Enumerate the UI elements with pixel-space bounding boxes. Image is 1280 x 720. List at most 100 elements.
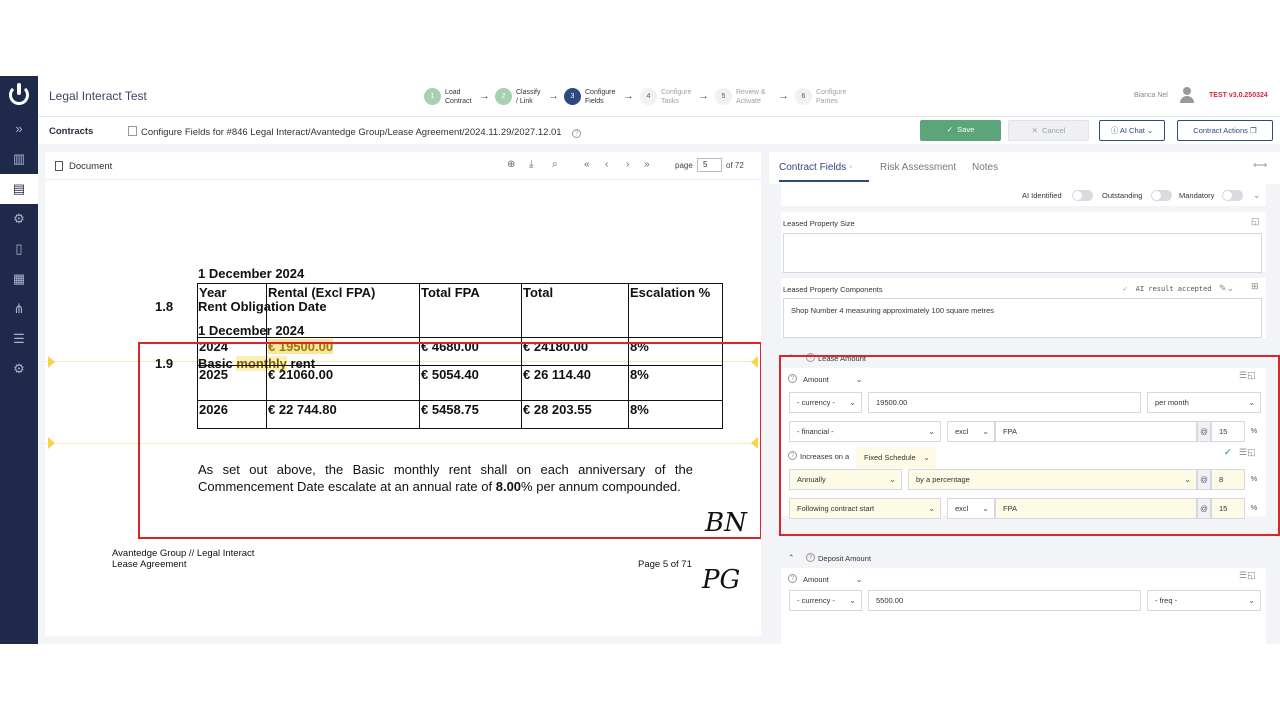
table-header: Total FPA <box>419 283 522 338</box>
breadcrumb-contracts[interactable]: Contracts <box>49 126 93 137</box>
contracts-icon[interactable]: ▤ <box>0 174 38 204</box>
selection-highlight-box <box>138 342 761 539</box>
prev-page-icon[interactable]: ‹ <box>605 159 608 170</box>
filter-mandatory-label: Mandatory <box>1179 191 1215 200</box>
filter-outstanding-toggle[interactable] <box>1151 190 1172 201</box>
table-header: Year <box>197 283 267 338</box>
note-icon[interactable]: ◱ <box>1251 216 1260 227</box>
search-icon[interactable]: ⌕ <box>552 159 558 170</box>
page-total: of 72 <box>726 161 744 170</box>
leased-property-size-label: Leased Property Size <box>783 219 855 228</box>
chevron-down-icon[interactable]: ⌄ <box>1253 190 1261 201</box>
cancel-button[interactable]: ✕ Cancel <box>1008 120 1089 141</box>
expand-panel-icon[interactable]: ⟷ <box>1253 160 1267 171</box>
ai-accepted-badge: ✓ AI result accepted <box>1123 285 1212 293</box>
help-icon[interactable]: ? <box>806 553 815 562</box>
page-footer-left: Avantedge Group // Legal Interact Lease A… <box>112 548 255 570</box>
filter-ai-identified-label: AI Identified <box>1022 191 1062 200</box>
list-icon[interactable]: ☰◱ <box>1239 570 1256 581</box>
leased-property-components-label: Leased Property Components <box>783 285 883 294</box>
tab-contract-fields[interactable]: Contract Fields ▫ <box>779 162 853 173</box>
deposit-amount-header[interactable]: ⌃ ? Deposit Amount <box>781 548 1266 568</box>
help-icon[interactable]: ? <box>788 574 797 583</box>
initials-signature: PG <box>702 565 741 595</box>
top-bar: Legal Interact Test 1 Load Contract → 2 C… <box>38 76 1280 116</box>
highlight-marker-left <box>48 356 55 368</box>
breadcrumb-bar: Contracts Configure Fields for #846 Lega… <box>38 116 1280 144</box>
zoom-in-icon[interactable]: ⊕ <box>507 159 515 170</box>
breadcrumb: Configure Fields for #846 Legal Interact… <box>128 126 582 138</box>
save-icon: ▫ <box>849 162 853 173</box>
deposit-amount-input[interactable]: 5500.00 <box>868 590 1141 611</box>
escalation-paragraph: As set out above, the Basic monthly rent… <box>198 462 693 494</box>
table-header: Rental (Excl FPA) <box>266 283 420 338</box>
first-page-icon[interactable]: « <box>584 159 590 170</box>
close-icon: ✕ <box>1031 126 1038 135</box>
table-header: Escalation % <box>628 283 723 338</box>
info-icon: ⓘ <box>1110 126 1119 135</box>
deposit-currency-select[interactable]: - currency - ⌄ <box>789 590 862 611</box>
step-arrow-icon: → <box>778 90 789 102</box>
tab-risk-assessment[interactable]: Risk Assessment <box>880 162 956 173</box>
user-name[interactable]: Bianca Nel <box>1134 92 1168 99</box>
contract-actions-button[interactable]: Contract Actions ❐ <box>1177 120 1273 141</box>
active-tab-indicator <box>779 180 869 182</box>
leased-property-size-field: Leased Property Size ◱ <box>781 212 1266 273</box>
table-header-row: Year Rental (Excl FPA) Total FPA Total E… <box>197 283 723 338</box>
chevron-down-icon: ⌄ <box>1146 126 1154 135</box>
dashboard-icon[interactable]: ▥ <box>0 144 38 174</box>
last-page-icon[interactable]: » <box>644 159 650 170</box>
section-1-8-number: 1.8 <box>155 299 174 314</box>
breadcrumb-path: Configure Fields for #846 Legal Interact… <box>141 127 562 138</box>
page-footer-number: Page 5 of 71 <box>638 559 692 570</box>
document-title: Document <box>69 161 113 172</box>
step-arrow-icon: → <box>623 90 634 102</box>
gear-icon[interactable]: ⚙ <box>0 354 38 384</box>
leased-property-size-input[interactable] <box>783 233 1262 273</box>
copy-icon: ❐ <box>1249 126 1257 135</box>
library-icon[interactable]: ▯ <box>0 234 38 264</box>
save-button[interactable]: ✓ Save <box>920 120 1001 141</box>
leased-property-components-input[interactable]: Shop Number 4 measuring approximately 10… <box>783 298 1262 338</box>
page-number-input[interactable]: 5 <box>697 158 722 172</box>
org-chart-icon[interactable]: ⋔ <box>0 294 38 324</box>
deposit-frequency-select[interactable]: - freq - ⌄ <box>1147 590 1261 611</box>
step-arrow-icon: → <box>548 90 559 102</box>
top-date: 1 December 2024 <box>198 266 305 281</box>
reports-icon[interactable]: ☰ <box>0 324 38 354</box>
edit-icon[interactable]: ✎⌄ <box>1219 283 1234 294</box>
document-panel: Document ⊕ ⤓ ⌕ « ‹ › » page 5 of 72 1 De… <box>45 152 761 636</box>
deposit-amount-title: Deposit Amount <box>818 554 871 563</box>
app-title: Legal Interact Test <box>49 89 147 103</box>
page-label: page <box>675 161 693 170</box>
sidebar: » ▥ ▤ ⚙ ▯ ▦ ⋔ ☰ ⚙ <box>0 76 38 644</box>
ai-chat-button[interactable]: ⓘ AI Chat ⌄ <box>1099 120 1165 141</box>
deposit-amount-section: ⌃ ? Deposit Amount ? Amount ⌄ ☰◱ - curre… <box>781 548 1266 644</box>
next-page-icon[interactable]: › <box>626 159 629 170</box>
filter-ai-identified-toggle[interactable] <box>1072 190 1093 201</box>
check-icon: ✓ <box>1123 285 1128 293</box>
version-badge: TEST v3.0.250324 <box>1209 92 1268 99</box>
highlight-marker-left <box>48 437 55 449</box>
document-toolbar: Document ⊕ ⤓ ⌕ « ‹ › » page 5 of 72 <box>45 152 761 180</box>
app-logo[interactable] <box>3 79 35 111</box>
lease-amount-highlight-box <box>779 355 1280 536</box>
building-icon[interactable]: ▦ <box>0 264 38 294</box>
filter-mandatory-toggle[interactable] <box>1222 190 1243 201</box>
user-avatar-icon[interactable] <box>1179 87 1195 103</box>
initials-signature: BN <box>705 508 747 538</box>
download-icon[interactable]: ⤓ <box>529 159 533 170</box>
chevron-down-icon: ⌄ <box>855 575 863 584</box>
step-arrow-icon: → <box>698 90 709 102</box>
step-arrow-icon: → <box>479 90 490 102</box>
settings-cog-icon[interactable]: ⚙ <box>0 204 38 234</box>
tab-notes[interactable]: Notes <box>972 162 998 173</box>
document-icon <box>55 161 63 171</box>
add-icon[interactable]: ⊞ <box>1251 281 1259 292</box>
chevron-up-icon[interactable]: ⌃ <box>788 553 794 562</box>
deposit-amount-type-select[interactable]: Amount ⌄ <box>803 575 862 584</box>
expand-sidebar-icon[interactable]: » <box>0 114 38 144</box>
logo-bar-icon <box>17 83 21 95</box>
help-icon[interactable]: ? <box>572 129 582 138</box>
table-header: Total <box>521 283 629 338</box>
